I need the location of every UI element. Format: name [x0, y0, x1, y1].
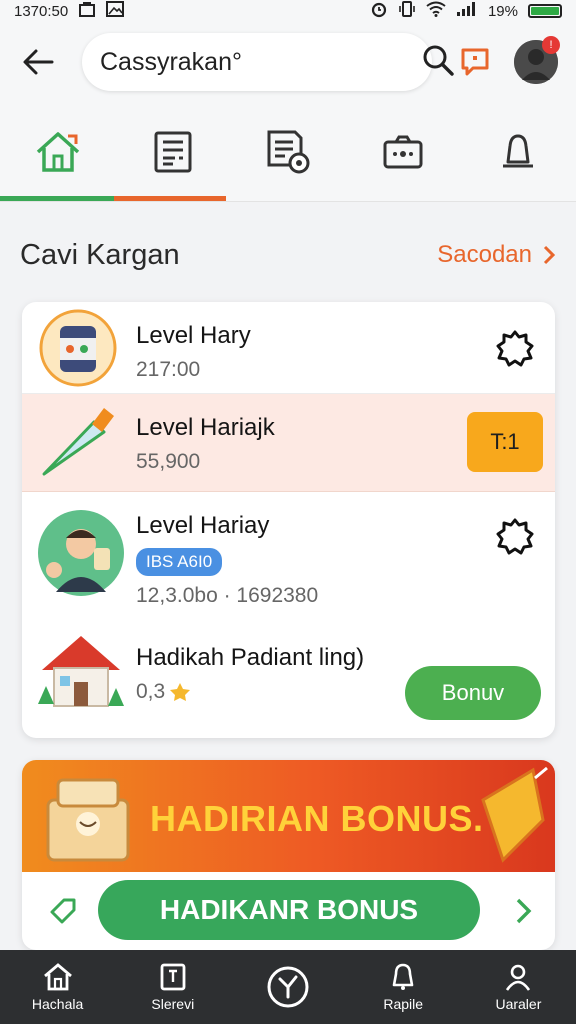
bonus-banner[interactable]: HADIRIAN BONUS.	[22, 760, 555, 872]
tab-indicator	[0, 196, 226, 201]
book-icon	[160, 963, 186, 991]
profile-avatar[interactable]: !	[514, 36, 560, 84]
nav-item-label: Hachala	[31, 996, 84, 1012]
nav-item-clock[interactable]	[230, 950, 345, 1024]
nav-item-label: Slerevi	[151, 996, 195, 1012]
list-item-subtitle: 0,3	[136, 680, 166, 703]
message-button[interactable]	[458, 45, 492, 79]
document-icon	[267, 130, 310, 173]
top-bar: !	[0, 22, 576, 102]
house-icon	[38, 636, 124, 707]
vibrate-icon	[398, 0, 416, 22]
gear-icon[interactable]	[495, 516, 535, 556]
banner-headline: HADIRIAN BONUS.	[150, 798, 484, 839]
chevron-right-icon[interactable]	[513, 896, 535, 926]
camera-icon	[383, 135, 423, 168]
chevron-right-icon	[543, 245, 556, 265]
level-badge-button[interactable]: T:1	[467, 412, 543, 472]
list-item[interactable]: Level Hariay IBS A6I0 12,3.0bo · 1692380	[22, 492, 555, 616]
tab-home[interactable]	[0, 102, 115, 201]
clock-icon	[267, 966, 309, 1008]
nav-item-notifications[interactable]: Rapile	[346, 950, 461, 1024]
alarm-icon	[370, 0, 388, 22]
bag-icon	[78, 1, 96, 21]
nav-item-books[interactable]: Slerevi	[115, 950, 230, 1024]
battery-icon	[528, 4, 562, 18]
list-item-title: Level Hariay	[136, 512, 270, 539]
list-item-subtitle: 217:00	[136, 358, 201, 381]
list-item[interactable]: Level Hary 217:00	[22, 302, 555, 394]
tab-bell[interactable]	[461, 102, 576, 201]
user-icon	[506, 964, 531, 991]
bonus-button[interactable]: Bonuv	[405, 666, 541, 720]
banner-actions: HADIKANR BONUS	[22, 872, 555, 950]
nav-item-profile[interactable]: Uaraler	[461, 950, 576, 1024]
list-item-tag: IBS A6I0	[136, 548, 223, 576]
tag-icon[interactable]	[48, 896, 78, 926]
status-bar: 1370:50 19%	[0, 0, 576, 22]
gear-icon[interactable]	[495, 328, 535, 368]
search-bar[interactable]	[82, 33, 454, 91]
nav-item-label: Rapile	[383, 996, 424, 1012]
bell-icon	[503, 134, 534, 167]
search-icon[interactable]	[422, 44, 454, 81]
nav-item-label: Uaraler	[495, 996, 542, 1012]
list-item-title: Level Hary	[136, 322, 251, 349]
chat-bubble-icon	[461, 48, 489, 76]
list-item[interactable]: Level Hariajk 55,900 T:1	[22, 394, 555, 492]
search-input[interactable]	[100, 47, 422, 77]
bottom-nav: Hachala Slerevi Rapile Uaraler	[0, 950, 576, 1024]
see-all-link[interactable]: Sacodan	[437, 241, 556, 269]
wifi-icon	[426, 1, 446, 21]
bell-icon	[392, 963, 414, 990]
list-item-title: Level Hariajk	[136, 414, 275, 441]
star-icon	[170, 683, 191, 701]
claim-bonus-button[interactable]: HADIKANR BONUS	[98, 880, 480, 940]
section-header: Cavi Kargan Sacodan	[20, 232, 556, 278]
tab-document[interactable]	[230, 102, 345, 201]
list-icon	[154, 131, 192, 172]
battery-percent: 19%	[487, 2, 518, 20]
back-button[interactable]	[18, 42, 58, 82]
level-list-card: Level Hary 217:00 Level Hariajk 55,900 T…	[22, 302, 555, 738]
home-icon	[43, 963, 72, 991]
list-item-subtitle: 12,3.0bo · 1692380	[136, 584, 319, 607]
list-item-subtitle: 55,900	[136, 450, 201, 473]
notification-badge: !	[542, 36, 560, 54]
category-tabs	[0, 102, 576, 202]
nav-item-home[interactable]: Hachala	[0, 950, 115, 1024]
home-icon	[36, 131, 79, 172]
section-title: Cavi Kargan	[20, 238, 180, 271]
signal-icon	[456, 1, 478, 21]
jar-icon	[39, 309, 117, 387]
list-item-title: Hadikah Padiant ling)	[136, 644, 365, 671]
cone-icon	[42, 408, 114, 476]
status-time: 1370:50	[14, 2, 69, 20]
person-icon	[38, 510, 124, 596]
bonus-banner-card: HADIRIAN BONUS. HADIKANR BONUS	[22, 760, 555, 950]
rocket-icon	[481, 766, 548, 863]
image-icon	[106, 1, 125, 21]
arrow-left-icon	[23, 49, 54, 75]
tab-camera[interactable]	[346, 102, 461, 201]
tab-list[interactable]	[115, 102, 230, 201]
list-item[interactable]: Hadikah Padiant ling) 0,3 Bonuv	[22, 616, 555, 738]
see-all-label: Sacodan	[437, 241, 532, 268]
gift-box-icon	[46, 778, 130, 862]
